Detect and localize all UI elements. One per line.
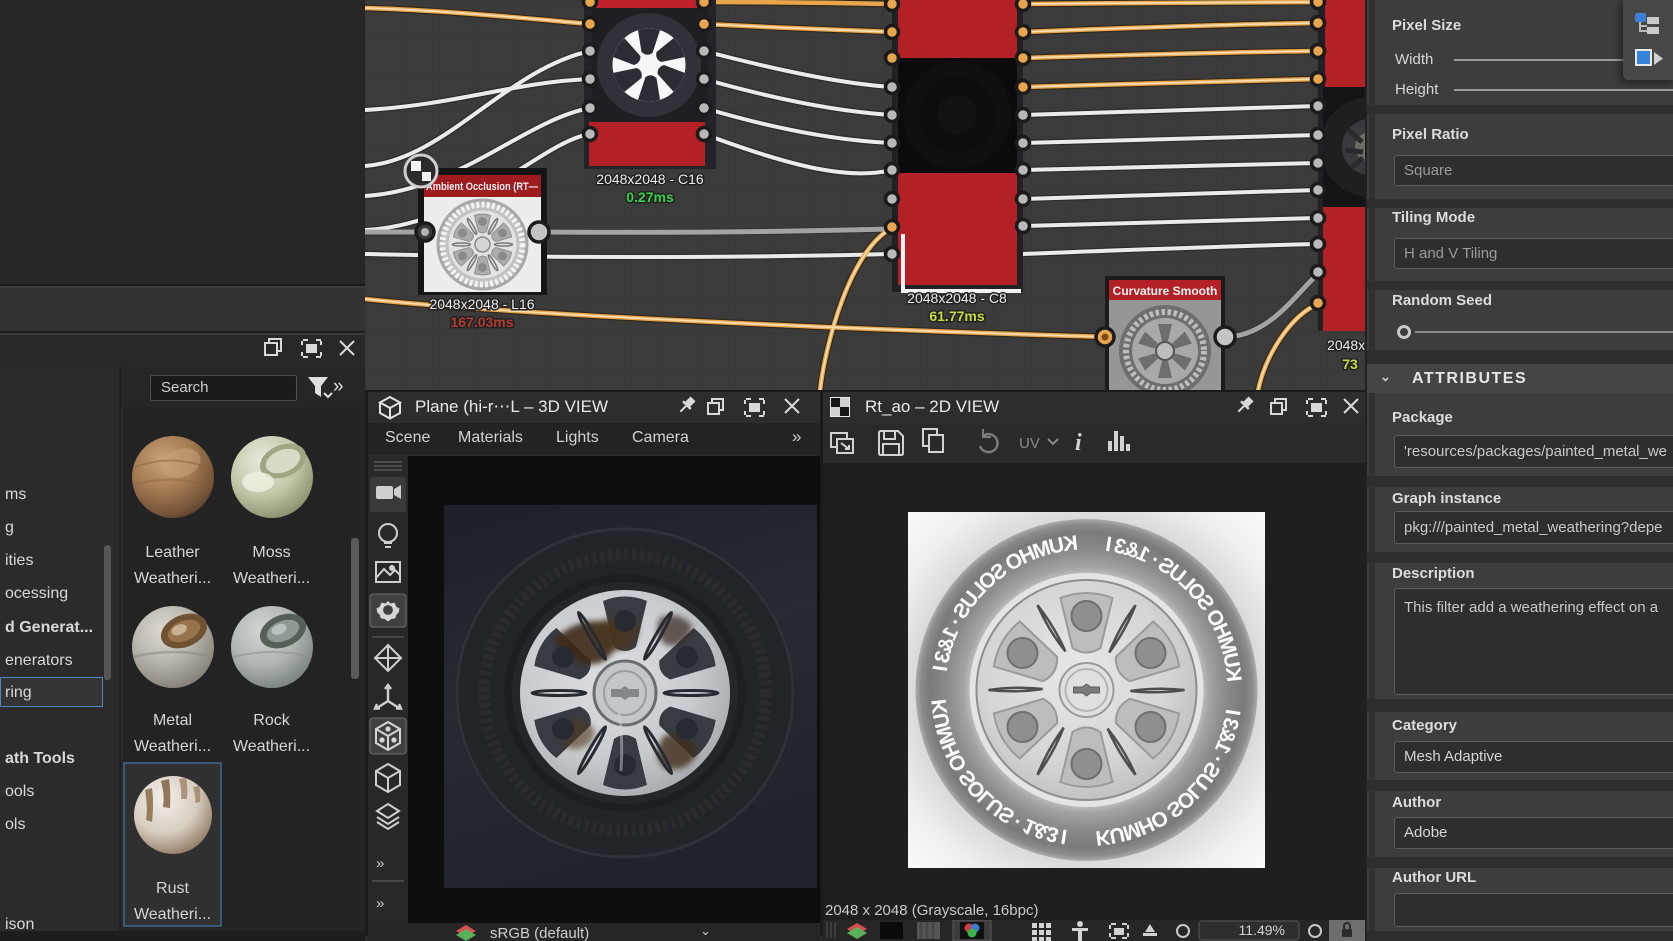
- svg-text:Curvature Smooth: Curvature Smooth: [1113, 284, 1218, 298]
- svg-text:11.49%: 11.49%: [1239, 922, 1285, 938]
- svg-text:167.03ms: 167.03ms: [450, 314, 513, 330]
- svg-text:UV: UV: [1019, 435, 1040, 452]
- svg-text:61.77ms: 61.77ms: [929, 308, 984, 324]
- svg-text:0.27ms: 0.27ms: [626, 189, 674, 205]
- svg-text:2048x2: 2048x2: [1327, 337, 1365, 353]
- svg-text:»: »: [376, 855, 384, 872]
- svg-text:»: »: [376, 895, 384, 912]
- svg-text:2048x2048 - C8: 2048x2048 - C8: [907, 290, 1007, 306]
- svg-text:73: 73: [1342, 356, 1358, 372]
- svg-text:2048x2048 - C16: 2048x2048 - C16: [596, 171, 704, 187]
- svg-text:i: i: [1075, 430, 1082, 456]
- svg-text:Ambient Occlusion (RT—: Ambient Occlusion (RT—: [426, 181, 538, 193]
- svg-text:2048x2048 - L16: 2048x2048 - L16: [429, 296, 534, 312]
